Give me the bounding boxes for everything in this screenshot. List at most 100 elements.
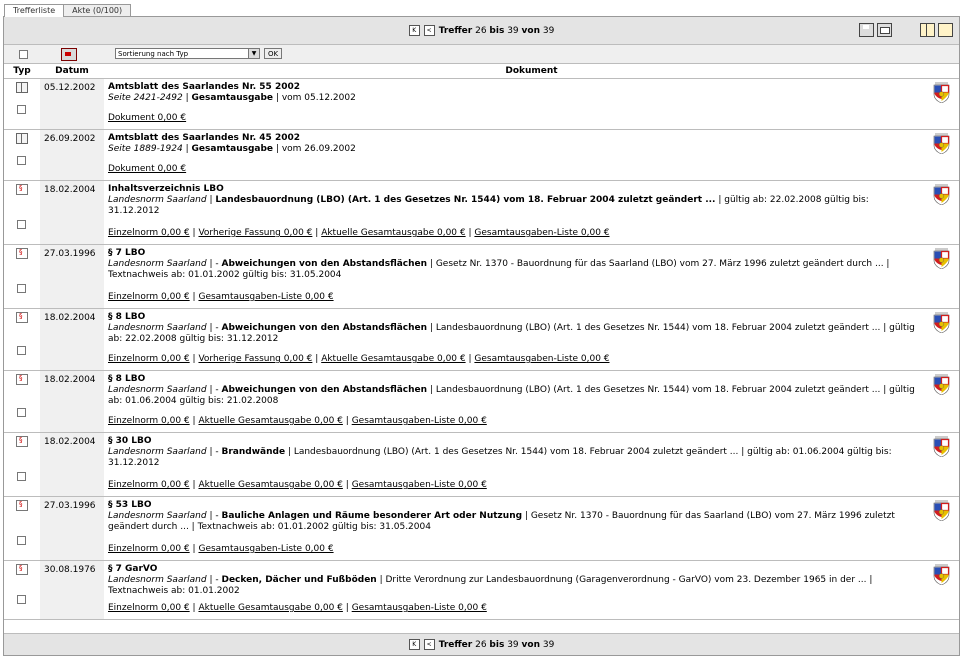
document-link[interactable]: Gesamtausgaben-Liste 0,00 € bbox=[198, 544, 333, 554]
document-link[interactable]: Einzelnorm 0,00 € bbox=[108, 603, 190, 613]
document-title[interactable]: Inhaltsverzeichnis LBO bbox=[108, 184, 919, 195]
document-title[interactable]: Amtsblatt des Saarlandes Nr. 45 2002 bbox=[108, 133, 919, 144]
document-link[interactable]: Dokument 0,00 € bbox=[108, 164, 186, 174]
sort-select-value: Sortierung nach Typ bbox=[118, 50, 189, 58]
table-row: 18.02.2004 Inhaltsverzeichnis LBOLandesno… bbox=[4, 181, 959, 245]
document-link[interactable]: Gesamtausgaben-Liste 0,00 € bbox=[474, 354, 609, 364]
type-cell bbox=[4, 433, 40, 496]
link-separator: | bbox=[192, 416, 196, 426]
document-title[interactable]: § 7 LBO bbox=[108, 248, 919, 259]
first-page-icon[interactable]: K bbox=[408, 25, 420, 36]
document-link[interactable]: Aktuelle Gesamtausgabe 0,00 € bbox=[198, 480, 342, 490]
document-info: § 8 LBO Landesnorm Saarland | - Abweichun… bbox=[108, 374, 919, 407]
saarland-coat-of-arms-icon bbox=[933, 248, 950, 269]
norm-icon[interactable] bbox=[16, 500, 28, 511]
document-meta: Landesnorm Saarland | - Abweichungen von… bbox=[108, 259, 919, 281]
type-cell bbox=[4, 181, 40, 244]
view-tools bbox=[920, 23, 953, 37]
previous-page-icon[interactable]: < bbox=[423, 639, 435, 650]
document-link[interactable]: Einzelnorm 0,00 € bbox=[108, 354, 190, 364]
document-link[interactable]: Gesamtausgaben-Liste 0,00 € bbox=[474, 228, 609, 238]
document-link[interactable]: Vorherige Fassung 0,00 € bbox=[198, 354, 312, 364]
document-links: Einzelnorm 0,00 € | Aktuelle Gesamtausga… bbox=[108, 416, 487, 426]
document-meta: Landesnorm Saarland | - Abweichungen von… bbox=[108, 385, 919, 407]
document-link[interactable]: Aktuelle Gesamtausgabe 0,00 € bbox=[198, 416, 342, 426]
document-link[interactable]: Aktuelle Gesamtausgabe 0,00 € bbox=[321, 228, 465, 238]
document-link[interactable]: Aktuelle Gesamtausgabe 0,00 € bbox=[198, 603, 342, 613]
document-link[interactable]: Gesamtausgaben-Liste 0,00 € bbox=[352, 480, 487, 490]
row-checkbox[interactable] bbox=[17, 595, 26, 604]
row-date: 27.03.1996 bbox=[44, 249, 96, 259]
add-to-file-icon[interactable] bbox=[61, 48, 77, 61]
type-cell bbox=[4, 561, 40, 619]
date-cell: 18.02.2004 bbox=[40, 309, 104, 370]
document-link[interactable]: Einzelnorm 0,00 € bbox=[108, 228, 190, 238]
pager-to: 39 bbox=[507, 639, 519, 650]
document-link[interactable]: Gesamtausgaben-Liste 0,00 € bbox=[352, 416, 487, 426]
norm-icon[interactable] bbox=[16, 184, 28, 195]
row-checkbox[interactable] bbox=[17, 220, 26, 229]
norm-icon[interactable] bbox=[16, 374, 28, 385]
select-all-checkbox[interactable] bbox=[19, 50, 28, 59]
table-row: 27.03.1996 § 53 LBOLandesnorm Saarland | … bbox=[4, 497, 959, 561]
document-meta: Landesnorm Saarland | - Decken, Dächer u… bbox=[108, 575, 919, 597]
sort-select[interactable]: Sortierung nach Typ ▼ bbox=[115, 48, 260, 59]
document-link[interactable]: Einzelnorm 0,00 € bbox=[108, 416, 190, 426]
header-dokument[interactable]: Dokument bbox=[104, 64, 959, 78]
meta-separator: | - bbox=[209, 323, 219, 333]
document-meta: Landesnorm Saarland | - Brandwände | Lan… bbox=[108, 447, 919, 469]
document-title[interactable]: § 8 LBO bbox=[108, 374, 919, 385]
document-link[interactable]: Einzelnorm 0,00 € bbox=[108, 544, 190, 554]
document-title[interactable]: § 7 GarVO bbox=[108, 564, 919, 575]
document-subject: Gesamtausgabe bbox=[191, 144, 274, 154]
row-checkbox[interactable] bbox=[17, 536, 26, 545]
save-icon[interactable] bbox=[859, 23, 874, 37]
document-info: § 8 LBO Landesnorm Saarland | - Abweichun… bbox=[108, 312, 919, 345]
book-icon[interactable] bbox=[16, 133, 28, 144]
row-checkbox[interactable] bbox=[17, 156, 26, 165]
document-link[interactable]: Gesamtausgaben-Liste 0,00 € bbox=[198, 292, 333, 302]
document-title[interactable]: § 8 LBO bbox=[108, 312, 919, 323]
document-title[interactable]: § 53 LBO bbox=[108, 500, 919, 511]
book-icon[interactable] bbox=[16, 82, 28, 93]
norm-icon[interactable] bbox=[16, 564, 28, 575]
document-link[interactable]: Aktuelle Gesamtausgabe 0,00 € bbox=[321, 354, 465, 364]
row-checkbox[interactable] bbox=[17, 346, 26, 355]
link-separator: | bbox=[315, 228, 319, 238]
header-datum[interactable]: Datum bbox=[40, 64, 104, 78]
split-view-icon[interactable] bbox=[920, 23, 935, 37]
document-title[interactable]: § 30 LBO bbox=[108, 436, 919, 447]
header-typ[interactable]: Typ bbox=[4, 64, 40, 78]
document-info: Amtsblatt des Saarlandes Nr. 55 2002 Seit… bbox=[108, 82, 919, 104]
link-separator: | bbox=[192, 292, 196, 302]
pager-total: 39 bbox=[542, 25, 555, 36]
print-icon[interactable] bbox=[877, 23, 892, 37]
norm-icon[interactable] bbox=[16, 312, 28, 323]
row-checkbox[interactable] bbox=[17, 472, 26, 481]
norm-icon[interactable] bbox=[16, 248, 28, 259]
tab-trefferliste[interactable]: Trefferliste bbox=[4, 4, 65, 17]
document-title[interactable]: Amtsblatt des Saarlandes Nr. 55 2002 bbox=[108, 82, 919, 93]
type-cell bbox=[4, 130, 40, 180]
row-checkbox[interactable] bbox=[17, 284, 26, 293]
pager-from: 26 bbox=[475, 639, 487, 650]
previous-page-icon[interactable]: < bbox=[423, 25, 435, 36]
tab-akte[interactable]: Akte (0/100) bbox=[63, 4, 132, 16]
document-subject: Abweichungen von den Abstandsflächen bbox=[221, 259, 428, 269]
bottom-pager-bar: K < Treffer 26 bis 39 von 39 bbox=[4, 633, 959, 655]
document-link[interactable]: Dokument 0,00 € bbox=[108, 113, 186, 123]
norm-icon[interactable] bbox=[16, 436, 28, 447]
date-cell: 18.02.2004 bbox=[40, 181, 104, 244]
first-page-icon[interactable]: K bbox=[408, 639, 420, 650]
full-view-icon[interactable] bbox=[938, 23, 953, 37]
document-link[interactable]: Vorherige Fassung 0,00 € bbox=[198, 228, 312, 238]
row-checkbox[interactable] bbox=[17, 408, 26, 417]
sort-ok-button[interactable]: OK bbox=[264, 48, 282, 59]
document-link[interactable]: Gesamtausgaben-Liste 0,00 € bbox=[352, 603, 487, 613]
document-link[interactable]: Einzelnorm 0,00 € bbox=[108, 480, 190, 490]
document-info: § 53 LBO Landesnorm Saarland | - Bauliche… bbox=[108, 500, 919, 533]
document-subject: Decken, Dächer und Fußböden bbox=[221, 575, 377, 585]
row-checkbox[interactable] bbox=[17, 105, 26, 114]
meta-separator: | - bbox=[209, 447, 219, 457]
document-link[interactable]: Einzelnorm 0,00 € bbox=[108, 292, 190, 302]
